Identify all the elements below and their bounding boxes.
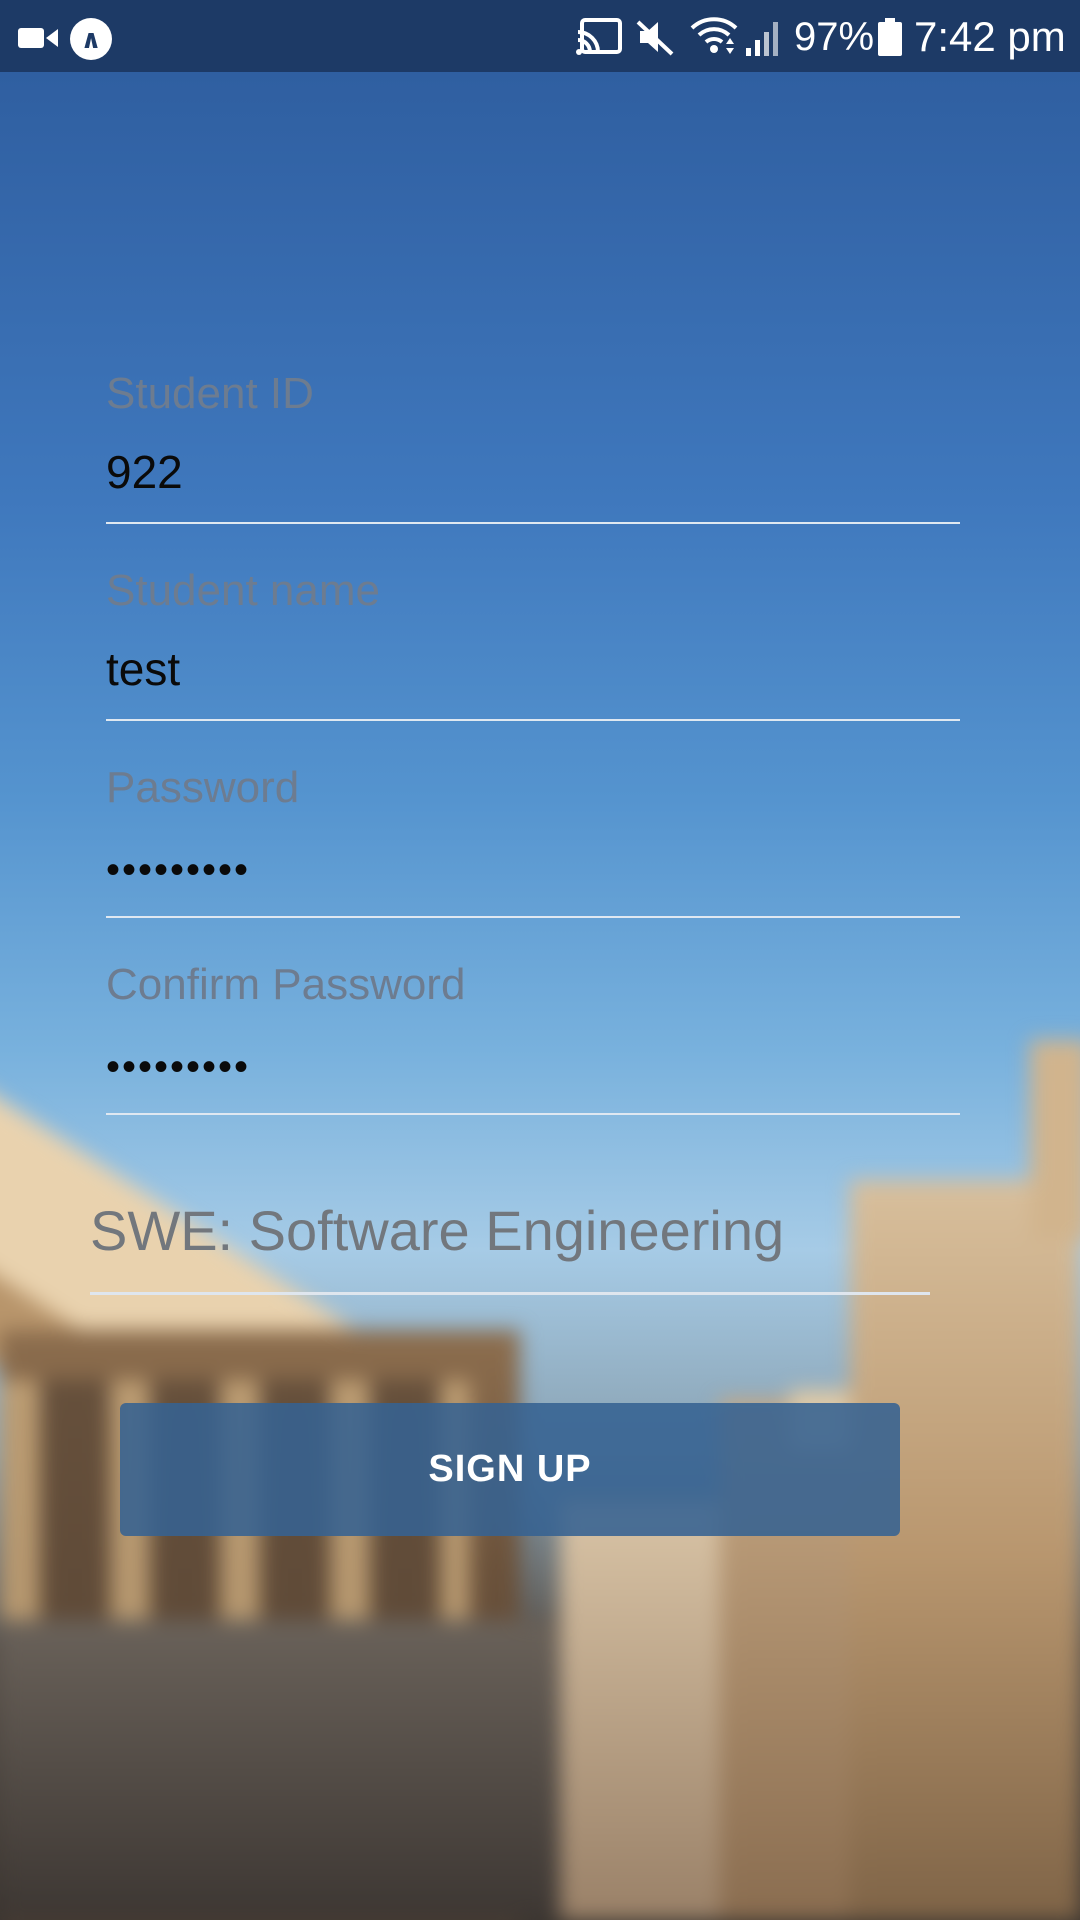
- student-name-underline: [106, 719, 960, 721]
- app-icon: ∧: [70, 18, 112, 60]
- battery-icon: [878, 18, 902, 56]
- status-bar: ∧ 97% 7:42 pm: [0, 0, 1080, 72]
- student-name-input[interactable]: test: [106, 641, 180, 697]
- student-id-input[interactable]: 922: [106, 444, 183, 500]
- password-label: Password: [106, 763, 300, 812]
- cast-icon: [576, 18, 622, 55]
- major-dropdown[interactable]: SWE: Software Engineering: [90, 1196, 930, 1296]
- student-name-label: Student name: [106, 566, 380, 615]
- video-icon: [18, 28, 58, 48]
- confirm-password-underline: [106, 1113, 960, 1115]
- signup-screen: ∧ 97% 7:42 pm Student ID 922 Student nam…: [0, 0, 1080, 1920]
- confirm-password-label: Confirm Password: [106, 960, 466, 1009]
- student-id-underline: [106, 522, 960, 524]
- password-underline: [106, 916, 960, 918]
- signal-icon: [746, 22, 778, 56]
- sign-up-button[interactable]: SIGN UP: [120, 1403, 900, 1536]
- confirm-password-input[interactable]: •••••••••: [106, 1039, 250, 1095]
- wifi-icon: [690, 17, 738, 54]
- battery-percent: 97%: [794, 15, 875, 59]
- clock: 7:42 pm: [914, 13, 1066, 60]
- confirm-password-field[interactable]: Confirm Password •••••••••: [106, 959, 960, 1119]
- mute-icon: [636, 20, 674, 56]
- major-underline: [90, 1292, 930, 1295]
- student-id-field[interactable]: Student ID 922: [106, 368, 960, 528]
- password-input[interactable]: •••••••••: [106, 842, 250, 898]
- password-field[interactable]: Password •••••••••: [106, 762, 960, 922]
- student-id-label: Student ID: [106, 369, 314, 418]
- major-selected-value[interactable]: SWE: Software Engineering: [90, 1196, 784, 1266]
- student-name-field[interactable]: Student name test: [106, 565, 960, 725]
